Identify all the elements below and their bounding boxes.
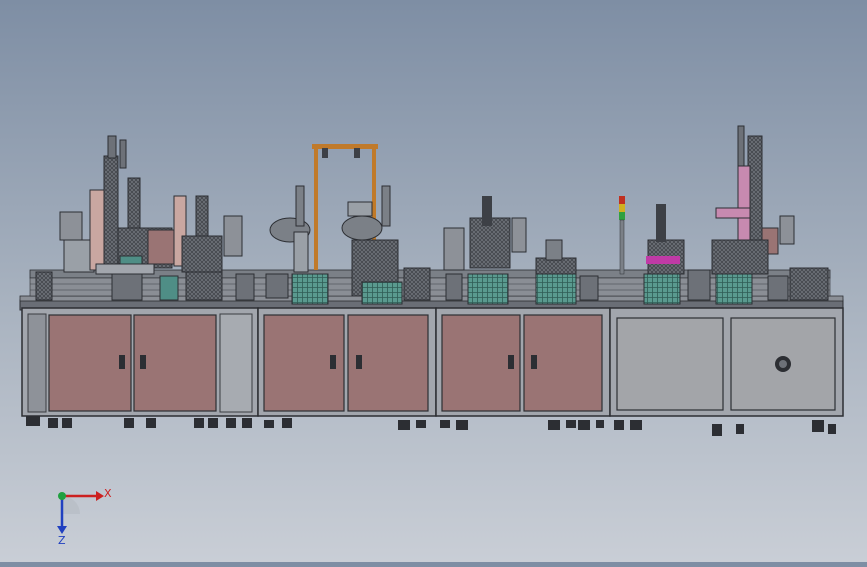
cabinet-door [48,314,132,412]
fixture [467,273,509,305]
cabinet-section-1 [21,307,259,417]
door-handle [508,355,514,369]
magenta-part [646,256,680,264]
y-axis-dot [58,492,66,500]
x-axis-label: X [104,487,112,500]
door-handle [119,355,125,369]
fixture [643,273,681,305]
fixture [291,273,329,305]
coordinate-triad: X Z [57,487,112,547]
signal-light-green [619,212,625,220]
fixture [535,273,577,305]
z-axis-label: Z [58,534,66,547]
gantry-beam [312,144,378,149]
signal-light-yellow [619,204,625,212]
gantry-post [314,146,318,270]
door-handle [140,355,146,369]
station-4-vertical-axis-module [643,125,829,305]
fixture [361,281,403,305]
signal-tower [619,196,625,275]
signal-light-red [619,196,625,204]
caster-feet [26,416,836,436]
pink-carriage [715,207,751,219]
fixture [715,273,753,305]
door-handle [330,355,336,369]
assembly-line-drawing: X Z [19,125,844,547]
cabinet-door [616,317,724,411]
door-handle [356,355,362,369]
cabinet-section-3 [435,307,611,417]
cabinet-section-2 [257,307,437,417]
cabinet-door [133,314,217,412]
cabinet-section-4 [609,307,844,417]
cad-viewport[interactable]: X Z [0,0,867,562]
machine-base [19,295,844,436]
door-handle [531,355,537,369]
